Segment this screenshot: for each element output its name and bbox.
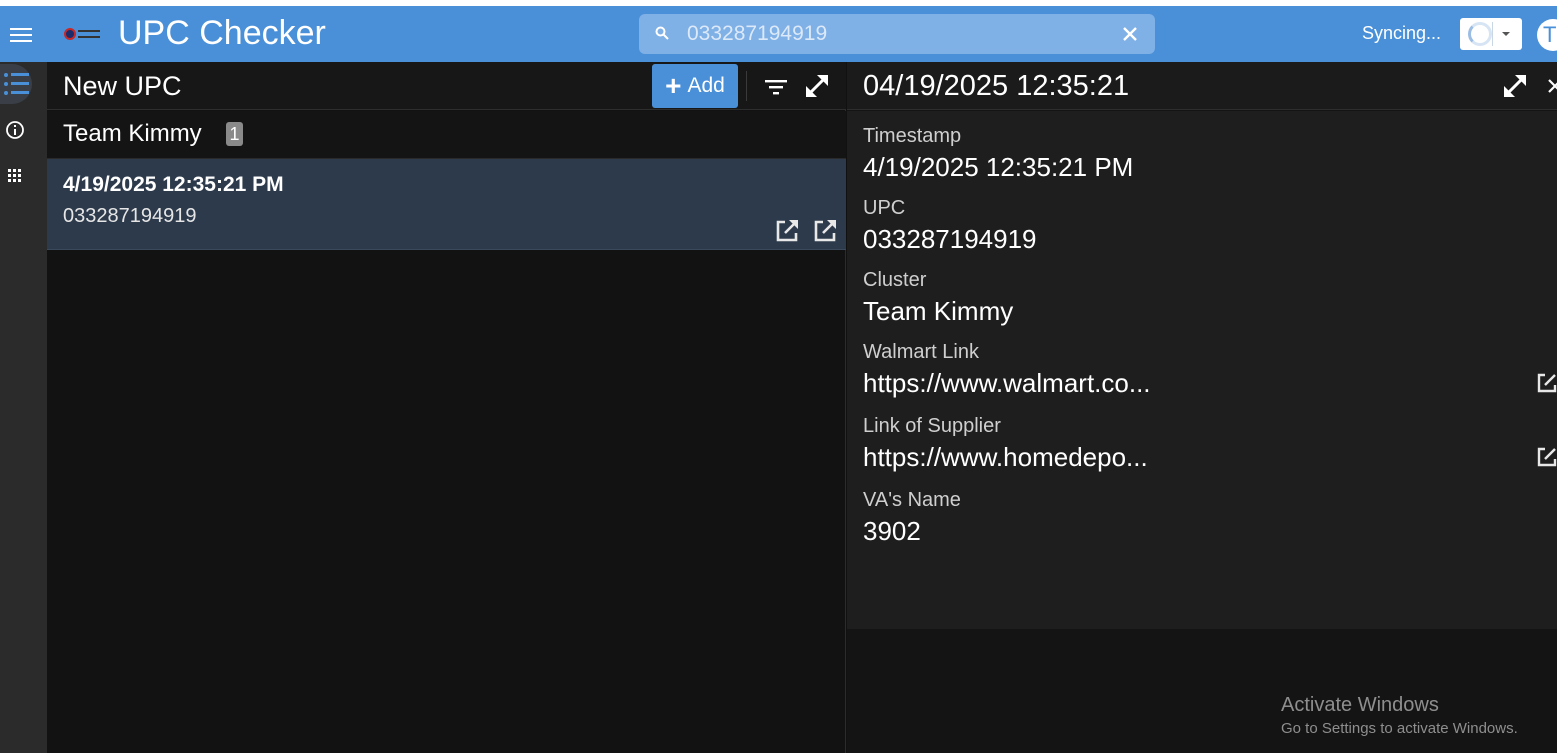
open-link-icon[interactable] — [811, 217, 839, 245]
search-box[interactable] — [639, 14, 1155, 54]
activation-watermark-subtitle: Go to Settings to activate Windows. — [1281, 720, 1518, 737]
expand-icon[interactable] — [1501, 72, 1529, 100]
company-logo — [64, 27, 102, 41]
detail-body: Timestamp 4/19/2025 12:35:21 PM UPC 0332… — [847, 111, 1557, 629]
field-label-timestamp: Timestamp — [863, 125, 962, 147]
sync-divider — [1492, 22, 1493, 46]
field-label-cluster: Cluster — [863, 269, 927, 291]
detail-pane: 04/19/2025 12:35:21 Timestamp 4/19/2025 … — [847, 62, 1557, 753]
user-avatar[interactable]: T — [1537, 19, 1557, 51]
header-divider — [746, 71, 747, 101]
filter-icon[interactable] — [763, 76, 789, 98]
group-header[interactable]: Team Kimmy 1 — [47, 111, 846, 159]
list-pane: New UPC + Add Team Kimmy 1 4/19/2025 12:… — [47, 62, 846, 753]
search-input[interactable] — [687, 14, 1107, 54]
open-link-icon[interactable] — [1535, 445, 1557, 469]
open-link-icon[interactable] — [773, 217, 801, 245]
group-count-badge: 1 — [226, 122, 243, 146]
open-link-icon[interactable] — [1535, 371, 1557, 395]
menu-icon[interactable] — [10, 24, 32, 44]
field-value-cluster: Team Kimmy — [863, 296, 1014, 326]
info-icon — [6, 121, 24, 139]
plus-icon: + — [665, 70, 682, 101]
field-label-va-name: VA's Name — [863, 489, 961, 511]
sync-button[interactable] — [1460, 18, 1522, 50]
rail-info[interactable] — [0, 110, 32, 150]
search-icon — [655, 26, 669, 40]
chevron-down-icon[interactable] — [1502, 32, 1510, 36]
expand-icon[interactable] — [803, 72, 831, 100]
detail-title: 04/19/2025 12:35:21 — [863, 70, 1130, 102]
list-item[interactable]: 4/19/2025 12:35:21 PM 033287194919 — [47, 159, 846, 250]
rail-apps[interactable] — [0, 156, 32, 196]
field-value-va-name: 3902 — [863, 516, 921, 546]
add-button[interactable]: + Add — [652, 64, 738, 108]
sync-status: Syncing... — [1362, 23, 1442, 43]
grid-icon — [8, 169, 21, 182]
rail-list-view[interactable] — [0, 64, 32, 104]
close-icon[interactable] — [1547, 76, 1557, 96]
detail-header: 04/19/2025 12:35:21 — [847, 62, 1557, 110]
supplier-link[interactable]: https://www.homedepo... — [863, 442, 1159, 473]
activation-watermark-title: Activate Windows — [1281, 694, 1439, 716]
list-item-subtitle: 033287194919 — [63, 205, 197, 227]
side-rail — [0, 62, 47, 753]
app-title: UPC Checker — [118, 14, 326, 52]
field-label-supplier-link: Link of Supplier — [863, 415, 1001, 437]
walmart-link[interactable]: https://www.walmart.co... — [863, 368, 1159, 399]
add-button-label: Add — [687, 74, 725, 97]
list-title: New UPC — [63, 71, 182, 101]
sync-spinner-icon — [1468, 22, 1492, 46]
group-name: Team Kimmy — [63, 120, 202, 147]
field-value-timestamp: 4/19/2025 12:35:21 PM — [863, 152, 1134, 182]
field-value-upc: 033287194919 — [863, 224, 1037, 254]
list-header: New UPC + Add — [47, 62, 846, 110]
field-label-upc: UPC — [863, 197, 906, 219]
field-label-walmart-link: Walmart Link — [863, 341, 979, 363]
clear-search-icon[interactable] — [1120, 24, 1140, 44]
app-bar: UPC Checker Syncing... T — [0, 6, 1557, 62]
list-icon — [4, 73, 29, 95]
list-item-title: 4/19/2025 12:35:21 PM — [63, 173, 284, 196]
